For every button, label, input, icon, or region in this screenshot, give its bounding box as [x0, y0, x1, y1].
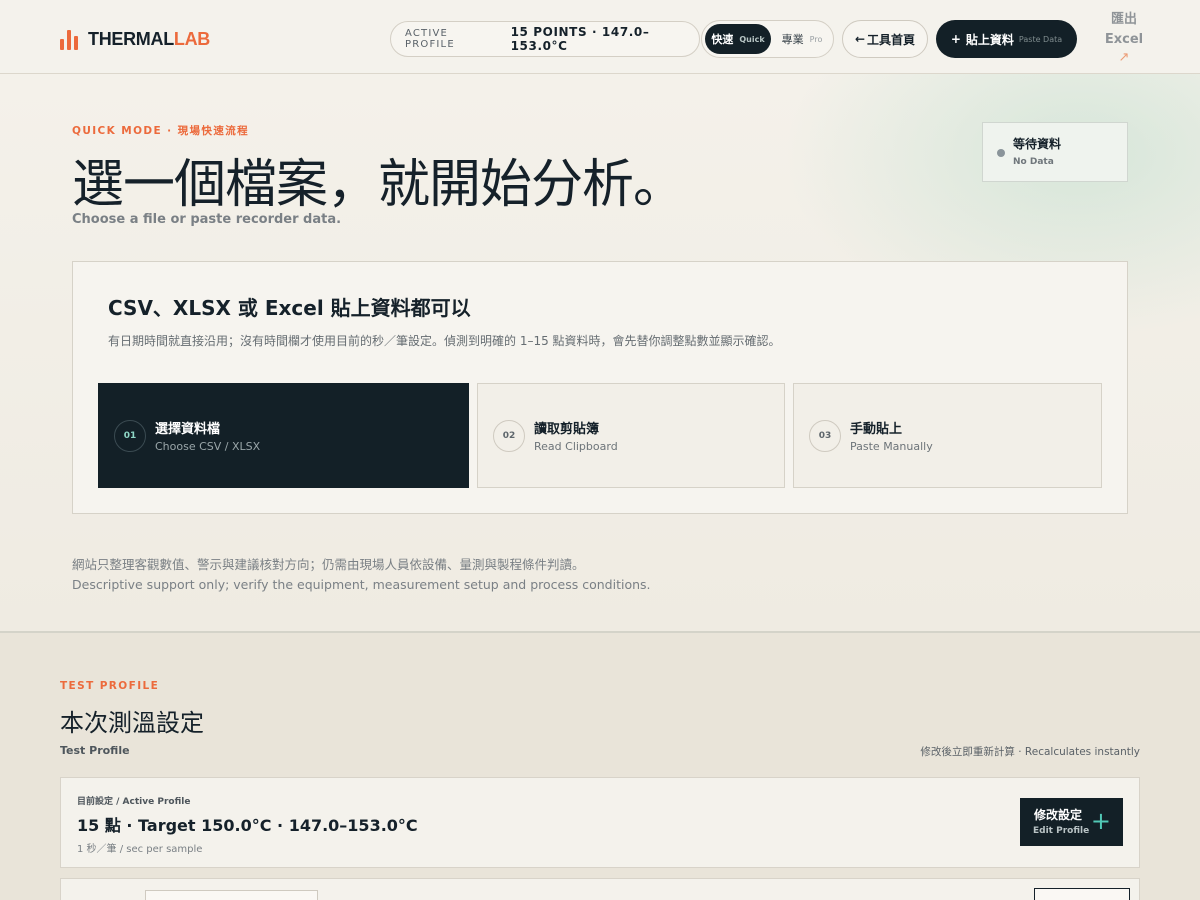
read-clipboard-button[interactable]: 02 讀取剪貼簿 Read Clipboard [477, 383, 785, 488]
mode-quick-label: 快速 [711, 33, 734, 46]
step-number: 02 [493, 420, 525, 452]
plus-icon: + [950, 32, 961, 46]
arrow-up-right-icon: ↗ [1118, 50, 1130, 65]
hero-title: 選一個檔案，就開始分析。 [72, 155, 685, 215]
tools-home-label: 工具首頁 [867, 32, 916, 47]
recalc-note: 修改後立即重新計算 · Recalculates instantly [920, 746, 1140, 758]
arrow-left-icon: ← [854, 32, 866, 46]
active-profile-label: ACTIVE PROFILE [405, 28, 455, 50]
export-zh: 匯出 [1110, 12, 1137, 27]
brand-name: THERMALLAB [88, 29, 210, 50]
tools-home-button[interactable]: ← 工具首頁 [842, 20, 928, 58]
edit-profile-label: 修改設定 [1034, 808, 1083, 822]
choose-file-label: 選擇資料檔 [155, 422, 221, 437]
hero-subtitle: Choose a file or paste recorder data. [72, 212, 342, 227]
export-excel-button[interactable]: 匯出 Excel ↗ [1096, 10, 1152, 68]
mode-pro-en: Pro [809, 34, 823, 44]
active-profile-card: 目前設定 / Active Profile 15 點 · Target 150.… [60, 777, 1140, 868]
bar-chart-icon [60, 28, 78, 50]
disclaimer: 網站只整理客觀數值、警示與建議核對方向；仍需由現場人員依設備、量測與製程條件判讀… [72, 555, 651, 595]
disclaimer-zh: 網站只整理客觀數值、警示與建議核對方向；仍需由現場人員依設備、量測與製程條件判讀… [72, 557, 585, 572]
upload-description: 有日期時間就直接沿用；沒有時間欄才使用目前的秒／筆設定。偵測到明確的 1–15 … [108, 334, 781, 348]
mode-pro-button[interactable]: 專業 Pro [774, 24, 830, 54]
step-number: 01 [114, 420, 146, 452]
profile-section-subtitle: Test Profile [60, 744, 130, 757]
profile-card-label: 目前設定 / Active Profile [77, 797, 191, 807]
paste-data-en: Paste Data [1018, 34, 1063, 44]
edit-profile-button[interactable]: 修改設定 Edit Profile + [1020, 798, 1123, 846]
status-dot-icon [997, 149, 1005, 157]
active-profile-pill: ACTIVE PROFILE 15 POINTS · 147.0–153.0°C [390, 21, 700, 57]
profile-card-value: 15 點 · Target 150.0°C · 147.0–153.0°C [77, 816, 418, 835]
paste-data-button[interactable]: + 貼上資料 Paste Data [936, 20, 1077, 58]
paste-manually-label: 手動貼上 [850, 422, 903, 437]
profile-section-eyebrow: TEST PROFILE [60, 680, 160, 692]
data-status-card: 等待資料 No Data [982, 122, 1128, 182]
upload-card: CSV、XLSX 或 Excel 貼上資料都可以 有日期時間就直接沿用；沒有時間… [72, 261, 1128, 514]
brand-name-part2: LAB [173, 28, 210, 49]
profile-card-sub: 1 秒／筆 / sec per sample [77, 844, 203, 855]
profile-editor-card [60, 878, 1140, 900]
read-clipboard-label: 讀取剪貼簿 [534, 422, 600, 437]
brand-name-part1: THERMAL [88, 28, 174, 49]
plus-icon: + [1090, 807, 1111, 835]
top-header: THERMALLAB ACTIVE PROFILE 15 POINTS · 14… [0, 0, 1200, 74]
active-profile-value: 15 POINTS · 147.0–153.0°C [510, 25, 650, 53]
profile-input-field[interactable] [145, 890, 318, 900]
status-title: 等待資料 [1013, 137, 1062, 151]
paste-manually-sub: Paste Manually [850, 440, 933, 453]
paste-data-label: 貼上資料 [965, 32, 1014, 47]
profile-secondary-button[interactable] [1034, 888, 1130, 900]
hero-eyebrow: QUICK MODE · 現場快速流程 [72, 125, 250, 137]
mode-switch: 快速 Quick 專業 Pro [701, 20, 834, 58]
disclaimer-en: Descriptive support only; verify the equ… [72, 577, 651, 592]
choose-file-button[interactable]: 01 選擇資料檔 Choose CSV / XLSX [98, 383, 469, 488]
mode-pro-label: 專業 [781, 33, 804, 46]
mode-quick-en: Quick [739, 34, 765, 44]
upload-title: CSV、XLSX 或 Excel 貼上資料都可以 [108, 296, 471, 320]
edit-profile-en: Edit Profile [1033, 826, 1090, 836]
profile-section-title: 本次測溫設定 [60, 709, 204, 737]
choose-file-sub: Choose CSV / XLSX [155, 440, 261, 453]
read-clipboard-sub: Read Clipboard [534, 440, 618, 453]
brand-logo[interactable]: THERMALLAB [60, 28, 210, 50]
export-en: Excel [1104, 32, 1144, 47]
paste-manually-button[interactable]: 03 手動貼上 Paste Manually [793, 383, 1102, 488]
step-number: 03 [809, 420, 841, 452]
status-subtitle: No Data [1013, 157, 1054, 167]
mode-quick-button[interactable]: 快速 Quick [705, 24, 771, 54]
hero-section: QUICK MODE · 現場快速流程 選一個檔案，就開始分析。 Choose … [0, 74, 1200, 633]
